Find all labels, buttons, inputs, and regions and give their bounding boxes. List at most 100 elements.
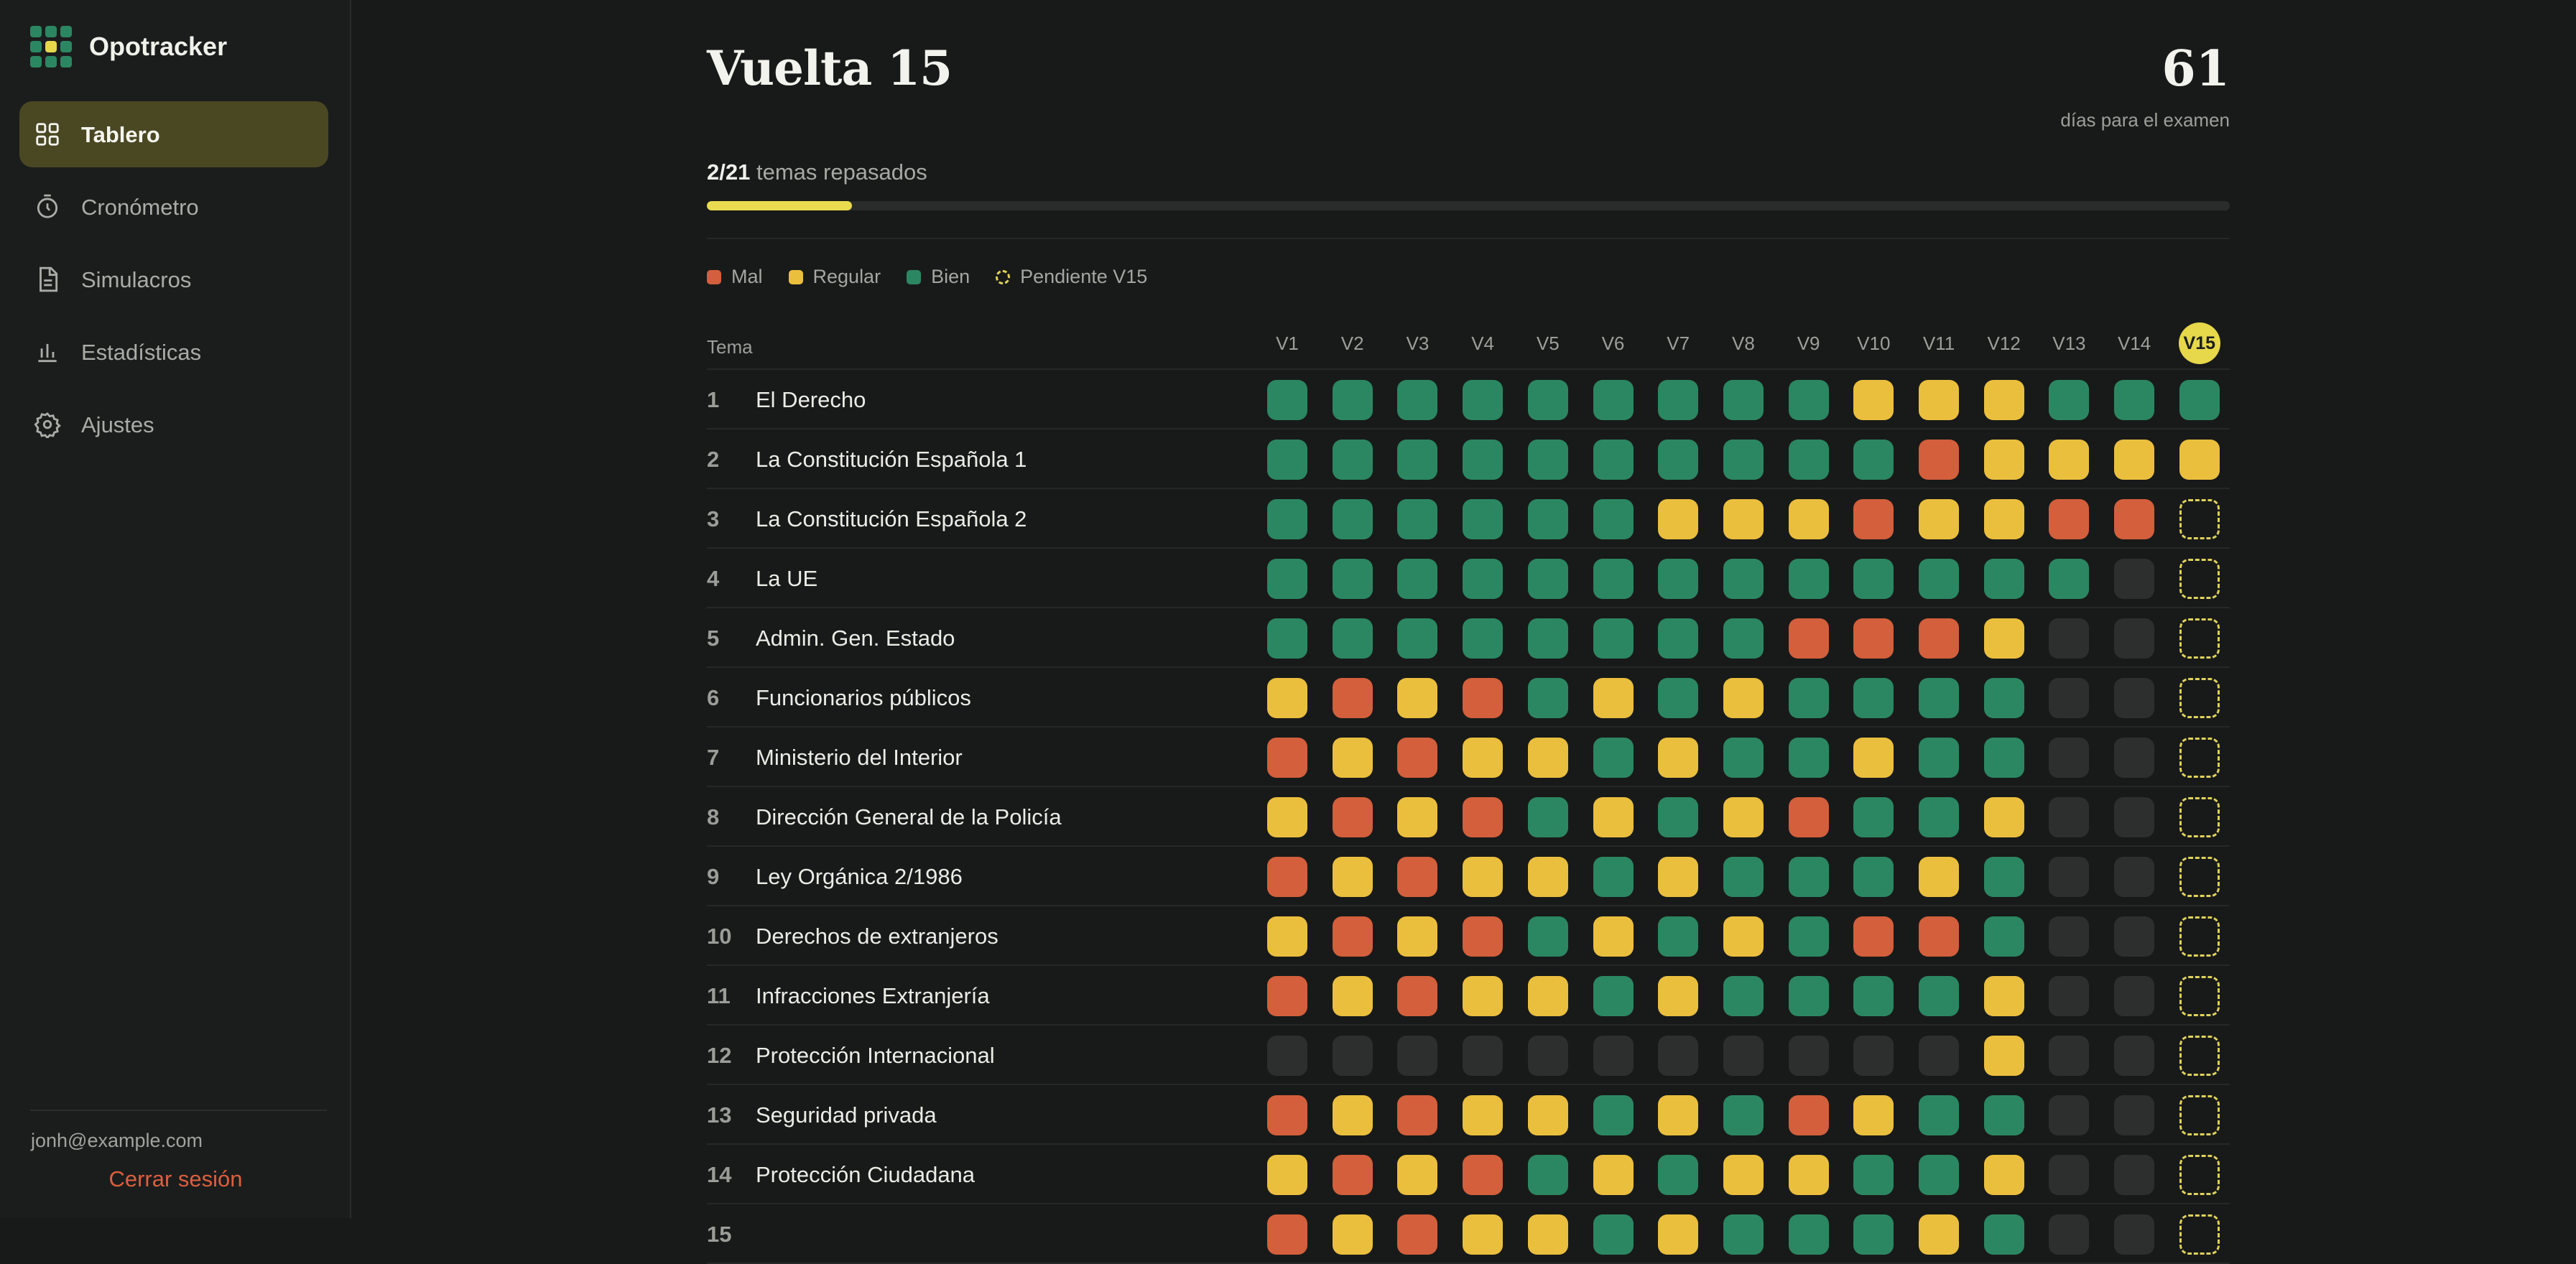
status-cell[interactable] bbox=[1658, 499, 1699, 539]
table-row[interactable]: 9 Ley Orgánica 2/1986 bbox=[707, 847, 2230, 906]
status-cell[interactable] bbox=[1593, 559, 1634, 599]
status-cell[interactable] bbox=[1397, 618, 1438, 659]
status-cell[interactable] bbox=[1397, 916, 1438, 957]
status-cell[interactable] bbox=[1723, 857, 1764, 897]
status-cell[interactable] bbox=[1983, 797, 2024, 837]
status-cell[interactable] bbox=[1527, 1095, 1568, 1135]
status-cell[interactable] bbox=[2179, 857, 2220, 897]
status-cell[interactable] bbox=[1788, 440, 1829, 480]
table-row[interactable]: 13 Seguridad privada bbox=[707, 1085, 2230, 1145]
status-cell[interactable] bbox=[1463, 559, 1504, 599]
status-cell[interactable] bbox=[1332, 559, 1373, 599]
status-cell[interactable] bbox=[1463, 738, 1504, 778]
status-cell[interactable] bbox=[1527, 1214, 1568, 1255]
status-cell[interactable] bbox=[1788, 1095, 1829, 1135]
status-cell[interactable] bbox=[1397, 440, 1438, 480]
row-topic-name[interactable]: Funcionarios públicos bbox=[756, 685, 971, 711]
status-cell[interactable] bbox=[1332, 857, 1373, 897]
status-cell[interactable] bbox=[2179, 380, 2220, 420]
status-cell[interactable] bbox=[1332, 976, 1373, 1016]
row-topic-name[interactable]: Infracciones Extranjería bbox=[756, 983, 990, 1009]
status-cell[interactable] bbox=[1983, 559, 2024, 599]
status-cell[interactable] bbox=[1723, 797, 1764, 837]
status-cell[interactable] bbox=[2179, 916, 2220, 957]
status-cell[interactable] bbox=[1853, 1214, 1894, 1255]
status-cell[interactable] bbox=[1788, 678, 1829, 718]
status-cell[interactable] bbox=[1723, 559, 1764, 599]
status-cell[interactable] bbox=[1658, 1214, 1699, 1255]
status-cell[interactable] bbox=[1983, 1155, 2024, 1195]
status-cell[interactable] bbox=[1853, 499, 1894, 539]
status-cell[interactable] bbox=[1593, 1095, 1634, 1135]
status-cell[interactable] bbox=[1919, 916, 1959, 957]
status-cell[interactable] bbox=[1332, 380, 1373, 420]
status-cell[interactable] bbox=[2114, 797, 2155, 837]
row-topic-name[interactable]: Seguridad privada bbox=[756, 1102, 937, 1128]
status-cell[interactable] bbox=[1267, 499, 1307, 539]
status-cell[interactable] bbox=[1267, 1155, 1307, 1195]
status-cell[interactable] bbox=[1788, 857, 1829, 897]
sidebar-item-simulacros[interactable]: Simulacros bbox=[19, 246, 328, 312]
status-cell[interactable] bbox=[1463, 1036, 1504, 1076]
status-cell[interactable] bbox=[1463, 916, 1504, 957]
status-cell[interactable] bbox=[1267, 1095, 1307, 1135]
status-cell[interactable] bbox=[1463, 1095, 1504, 1135]
status-cell[interactable] bbox=[1983, 678, 2024, 718]
row-topic-name[interactable]: Protección Internacional bbox=[756, 1043, 995, 1069]
status-cell[interactable] bbox=[1788, 976, 1829, 1016]
status-cell[interactable] bbox=[2179, 678, 2220, 718]
status-cell[interactable] bbox=[1983, 440, 2024, 480]
status-cell[interactable] bbox=[1463, 976, 1504, 1016]
status-cell[interactable] bbox=[1463, 678, 1504, 718]
status-cell[interactable] bbox=[1332, 916, 1373, 957]
status-cell[interactable] bbox=[1983, 499, 2024, 539]
status-cell[interactable] bbox=[2114, 1095, 2155, 1135]
status-cell[interactable] bbox=[1463, 499, 1504, 539]
row-topic-name[interactable]: Ley Orgánica 2/1986 bbox=[756, 864, 963, 890]
status-cell[interactable] bbox=[2049, 1214, 2090, 1255]
status-cell[interactable] bbox=[1267, 738, 1307, 778]
status-cell[interactable] bbox=[1723, 380, 1764, 420]
status-cell[interactable] bbox=[1788, 916, 1829, 957]
table-row[interactable]: 5 Admin. Gen. Estado bbox=[707, 608, 2230, 668]
status-cell[interactable] bbox=[2114, 1214, 2155, 1255]
status-cell[interactable] bbox=[1853, 1155, 1894, 1195]
status-cell[interactable] bbox=[1397, 1095, 1438, 1135]
sidebar-item-estadisticas[interactable]: Estadísticas bbox=[19, 319, 328, 385]
status-cell[interactable] bbox=[2049, 440, 2090, 480]
status-cell[interactable] bbox=[1397, 857, 1438, 897]
status-cell[interactable] bbox=[1983, 976, 2024, 1016]
status-cell[interactable] bbox=[1919, 1095, 1959, 1135]
table-row[interactable]: 14 Protección Ciudadana bbox=[707, 1145, 2230, 1204]
table-row[interactable]: 2 La Constitución Española 1 bbox=[707, 429, 2230, 489]
status-cell[interactable] bbox=[1788, 380, 1829, 420]
status-cell[interactable] bbox=[1397, 1214, 1438, 1255]
sidebar-item-ajustes[interactable]: Ajustes bbox=[19, 391, 328, 457]
status-cell[interactable] bbox=[2049, 976, 2090, 1016]
status-cell[interactable] bbox=[1593, 1036, 1634, 1076]
status-cell[interactable] bbox=[2114, 499, 2155, 539]
status-cell[interactable] bbox=[1397, 1155, 1438, 1195]
status-cell[interactable] bbox=[2179, 499, 2220, 539]
status-cell[interactable] bbox=[1788, 1155, 1829, 1195]
status-cell[interactable] bbox=[1397, 1036, 1438, 1076]
status-cell[interactable] bbox=[1527, 857, 1568, 897]
sidebar-item-tablero[interactable]: Tablero bbox=[19, 101, 328, 167]
status-cell[interactable] bbox=[1332, 1155, 1373, 1195]
status-cell[interactable] bbox=[1593, 857, 1634, 897]
status-cell[interactable] bbox=[1397, 678, 1438, 718]
status-cell[interactable] bbox=[1853, 618, 1894, 659]
status-cell[interactable] bbox=[2179, 1036, 2220, 1076]
status-cell[interactable] bbox=[2114, 440, 2155, 480]
status-cell[interactable] bbox=[1788, 559, 1829, 599]
status-cell[interactable] bbox=[1723, 976, 1764, 1016]
status-cell[interactable] bbox=[1397, 380, 1438, 420]
status-cell[interactable] bbox=[1527, 1036, 1568, 1076]
status-cell[interactable] bbox=[1853, 559, 1894, 599]
status-cell[interactable] bbox=[1853, 440, 1894, 480]
status-cell[interactable] bbox=[2114, 916, 2155, 957]
status-cell[interactable] bbox=[2049, 1036, 2090, 1076]
status-cell[interactable] bbox=[2049, 1095, 2090, 1135]
status-cell[interactable] bbox=[1332, 1036, 1373, 1076]
status-cell[interactable] bbox=[1527, 738, 1568, 778]
